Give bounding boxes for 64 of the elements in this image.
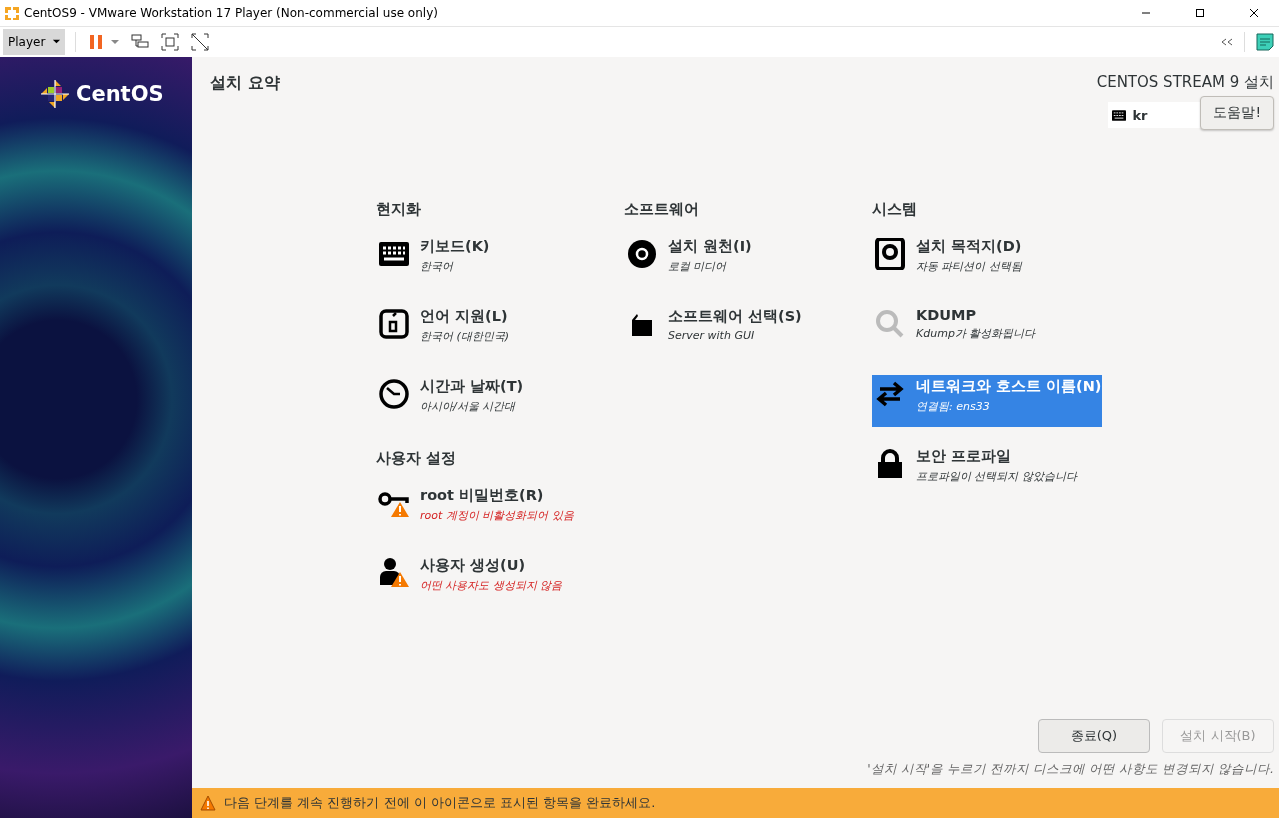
spoke-status: 한국어 <box>420 259 454 274</box>
warning-icon <box>200 795 216 811</box>
spoke-item[interactable]: 언어 지원(L) 한국어 (대한민국) <box>376 305 606 357</box>
disk-notice: '설치 시작'을 누르기 전까지 디스크에 어떤 사항도 변경되지 않습니다. <box>867 761 1274 778</box>
note-icon[interactable] <box>1255 32 1275 52</box>
spoke-title: 설치 원천(I) <box>668 237 752 256</box>
user-warning-icon <box>378 557 410 589</box>
spoke-item[interactable]: 설치 원천(I) 로컬 미디어 <box>624 235 854 287</box>
section-heading: 현지화 <box>376 200 422 219</box>
spoke-status: 한국어 (대한민국) <box>420 329 510 344</box>
spoke-title: KDUMP <box>916 307 978 323</box>
close-icon[interactable] <box>1249 8 1259 18</box>
spoke-title: 사용자 생성(U) <box>420 556 527 575</box>
search-icon <box>874 308 906 340</box>
keyboard-icon <box>1112 109 1127 121</box>
warning-message: 다음 단계를 계속 진행하기 전에 이 아이콘으로 표시된 항목을 완료하세요. <box>224 794 656 812</box>
spoke-status: Server with GUI <box>668 329 756 342</box>
unity-icon[interactable] <box>190 32 211 52</box>
spoke-item[interactable]: 키보드(K) 한국어 <box>376 235 606 287</box>
spoke-status: 자동 파티션이 선택됨 <box>916 259 1022 274</box>
spoke-item[interactable]: KDUMP Kdump가 활성화됩니다 <box>872 305 1102 357</box>
section-heading: 시스템 <box>872 200 918 219</box>
page-title: 설치 요약 <box>210 73 280 94</box>
spoke-item[interactable]: 보안 프로파일 프로파일이 선택되지 않았습니다 <box>872 445 1102 497</box>
spoke-title: root 비밀번호(R) <box>420 486 545 505</box>
spoke-item[interactable]: 시간과 날짜(T) 아시아/서울 시간대 <box>376 375 606 427</box>
spoke-status: 아시아/서울 시간대 <box>420 399 517 414</box>
spoke-item[interactable]: 소프트웨어 선택(S) Server with GUI <box>624 305 854 357</box>
section-heading: 사용자 설정 <box>376 449 458 468</box>
caret-icon[interactable] <box>110 37 121 47</box>
vmware-logo-icon <box>4 5 20 21</box>
spoke-title: 설치 목적지(D) <box>916 237 1022 256</box>
spoke-item[interactable]: 네트워크와 호스트 이름(N) 연결됨: ens33 <box>872 375 1102 427</box>
spoke-item[interactable]: 설치 목적지(D) 자동 파티션이 선택됨 <box>872 235 1102 287</box>
maximize-icon[interactable] <box>1195 8 1205 18</box>
spoke-title: 키보드(K) <box>420 237 490 256</box>
disc-icon <box>626 238 658 270</box>
collapse-icon[interactable] <box>1220 37 1234 47</box>
quit-button[interactable]: 종료(Q) <box>1038 719 1150 753</box>
caret-icon <box>52 37 62 46</box>
help-button[interactable]: 도움말! <box>1200 96 1274 130</box>
language-icon <box>378 308 410 340</box>
window-title: CentOS9 - VMware Workstation 17 Player (Non-commercial use only) <box>24 6 438 20</box>
spoke-title: 소프트웨어 선택(S) <box>668 307 802 326</box>
spoke-title: 네트워크와 호스트 이름(N) <box>916 377 1102 396</box>
spoke-status: Kdump가 활성화됩니다 <box>916 326 1036 341</box>
spoke-status: 연결됨: ens33 <box>916 399 991 414</box>
section-heading: 소프트웨어 <box>624 200 700 219</box>
keyboard-layout-label: kr <box>1132 107 1148 123</box>
fullscreen-icon[interactable] <box>160 32 181 52</box>
spoke-item[interactable]: root 비밀번호(R) root 계정이 비활성화되어 있음 <box>376 484 606 536</box>
spoke-title: 시간과 날짜(T) <box>420 377 524 396</box>
clock-icon <box>378 378 410 410</box>
spoke-title: 언어 지원(L) <box>420 307 509 326</box>
spoke-status: root 계정이 비활성화되어 있음 <box>420 508 574 523</box>
spoke-status: 로컬 미디어 <box>668 259 728 274</box>
spoke-item[interactable]: 사용자 생성(U) 어떤 사용자도 생성되지 않음 <box>376 554 606 606</box>
centos-logo-icon <box>40 79 70 109</box>
spoke-status: 프로파일이 선택되지 않았습니다 <box>916 469 1077 484</box>
product-title: CENTOS STREAM 9 설치 <box>1096 73 1274 92</box>
player-menu-button[interactable]: Player <box>3 29 66 55</box>
spoke-status: 어떤 사용자도 생성되지 않음 <box>420 578 563 593</box>
centos-logo-text: CentOS <box>76 82 164 106</box>
spoke-title: 보안 프로파일 <box>916 447 1013 466</box>
